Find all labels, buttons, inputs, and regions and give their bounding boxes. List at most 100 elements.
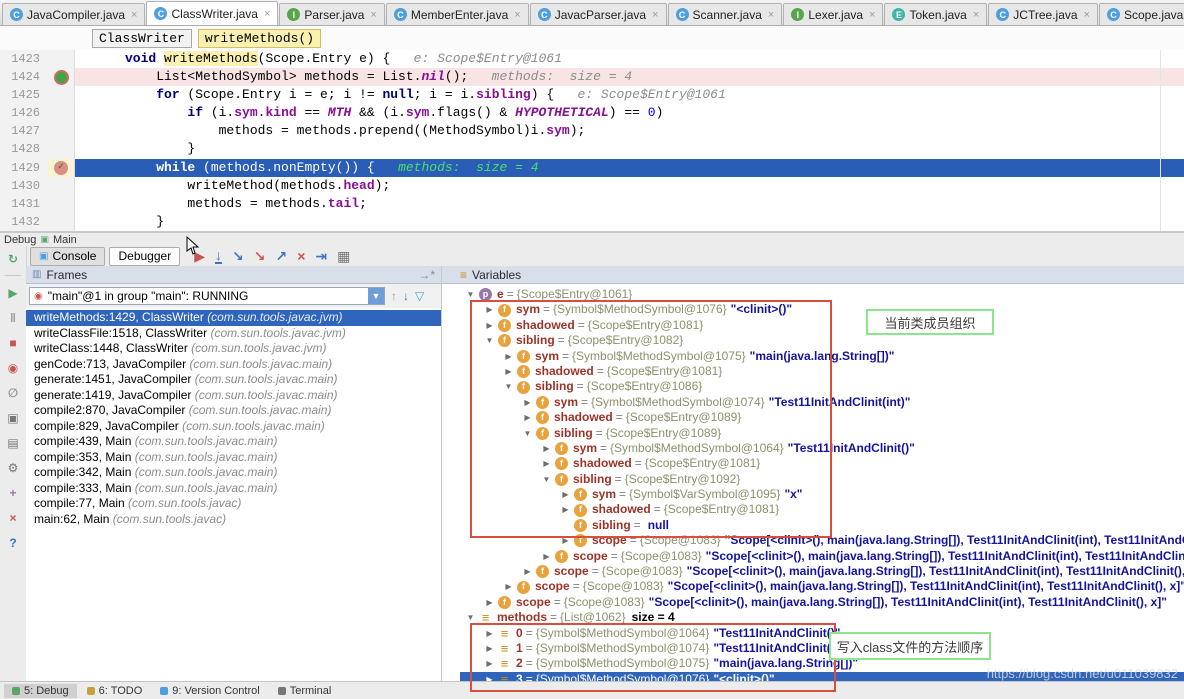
breakpoint-icon[interactable] bbox=[54, 70, 69, 85]
code-line[interactable]: 1429✓ while (methods.nonEmpty()) { metho… bbox=[0, 159, 1184, 177]
frame-row[interactable]: compile:333, Main (com.sun.tools.javac.m… bbox=[26, 481, 441, 497]
statusbar-item[interactable]: 5: Debug bbox=[4, 684, 77, 698]
frame-row[interactable]: compile:353, Main (com.sun.tools.javac.m… bbox=[26, 450, 441, 466]
frame-row[interactable]: writeClassFile:1518, ClassWriter (com.su… bbox=[26, 326, 441, 342]
close-tab-icon[interactable]: × bbox=[869, 9, 875, 21]
editor-tab[interactable]: CScope.java× bbox=[1099, 3, 1184, 25]
editor-tab[interactable]: CJCTree.java× bbox=[988, 3, 1098, 25]
code-token: 0 bbox=[648, 105, 656, 120]
pause-icon[interactable]: ‖ bbox=[0, 305, 26, 330]
expand-icon[interactable]: ▶ bbox=[521, 564, 534, 579]
pin-icon[interactable]: + bbox=[0, 480, 26, 505]
variable-row[interactable]: ▶fscope={Scope@1083}"Scope[<clinit>(), m… bbox=[460, 564, 1184, 579]
close-icon[interactable]: × bbox=[0, 505, 26, 530]
frame-row[interactable]: genCode:713, JavaCompiler (com.sun.tools… bbox=[26, 357, 441, 373]
frame-up-icon[interactable]: ↑ bbox=[391, 289, 397, 303]
editor-tab[interactable]: CScanner.java× bbox=[668, 3, 783, 25]
code-editor[interactable]: 1423void writeMethods(Scope.Entry e) { e… bbox=[0, 50, 1184, 232]
code-line[interactable]: 1432 } bbox=[0, 213, 1184, 231]
code-token: ) { bbox=[531, 87, 554, 102]
close-tab-icon[interactable]: × bbox=[514, 9, 520, 21]
close-tab-icon[interactable]: × bbox=[768, 9, 774, 21]
expand-icon[interactable]: ▶ bbox=[502, 579, 515, 594]
breakpoint-hit-icon[interactable]: ✓ bbox=[54, 161, 68, 175]
editor-tab[interactable]: EToken.java× bbox=[884, 3, 987, 25]
thread-dump-icon[interactable]: ▣ bbox=[0, 405, 26, 430]
force-step-into-icon[interactable]: ↘ bbox=[254, 249, 266, 263]
editor-tab[interactable]: CJavaCompiler.java× bbox=[2, 3, 145, 25]
code-text: methods = methods.prepend((MethodSymbol)… bbox=[75, 122, 1184, 140]
tab-debugger[interactable]: Debugger bbox=[109, 247, 180, 266]
step-over-icon[interactable]: ↓ bbox=[215, 248, 222, 264]
close-tab-icon[interactable]: × bbox=[131, 9, 137, 21]
code-line[interactable]: 1425 for (Scope.Entry i = e; i != null; … bbox=[0, 86, 1184, 104]
editor-tab[interactable]: ILexer.java× bbox=[783, 3, 883, 25]
drop-frame-icon[interactable]: × bbox=[297, 249, 305, 263]
frame-row[interactable]: generate:1419, JavaCompiler (com.sun.too… bbox=[26, 388, 441, 404]
frame-row[interactable]: generate:1451, JavaCompiler (com.sun.too… bbox=[26, 372, 441, 388]
run-to-cursor-icon[interactable]: ⇥ bbox=[315, 249, 327, 263]
line-number: 1426 bbox=[0, 104, 48, 122]
editor-tab[interactable]: CJavacParser.java× bbox=[530, 3, 667, 25]
close-tab-icon[interactable]: × bbox=[264, 8, 270, 20]
mute-breakpoints-icon[interactable]: ∅ bbox=[0, 380, 26, 405]
settings-icon[interactable]: ⚙ bbox=[0, 455, 26, 480]
close-tab-icon[interactable]: × bbox=[973, 9, 979, 21]
stop-icon[interactable]: ■ bbox=[0, 330, 26, 355]
thread-dropdown-icon[interactable]: ▼ bbox=[368, 288, 384, 304]
code-line[interactable]: 1427 methods = methods.prepend((MethodSy… bbox=[0, 122, 1184, 140]
close-tab-icon[interactable]: × bbox=[370, 9, 376, 21]
frame-row[interactable]: compile:439, Main (com.sun.tools.javac.m… bbox=[26, 434, 441, 450]
frame-package: (com.sun.tools.javac) bbox=[113, 512, 226, 526]
frame-row[interactable]: compile:342, Main (com.sun.tools.javac.m… bbox=[26, 465, 441, 481]
expand-icon[interactable]: ▶ bbox=[483, 595, 496, 610]
variable-row[interactable]: ▶fscope={Scope@1083}"Scope[<clinit>(), m… bbox=[460, 579, 1184, 594]
code-line[interactable]: 1428 } bbox=[0, 140, 1184, 158]
filter-frames-icon[interactable]: ▽ bbox=[415, 289, 424, 303]
code-token: } bbox=[125, 141, 195, 156]
frame-row[interactable]: compile2:870, JavaCompiler (com.sun.tool… bbox=[26, 403, 441, 419]
statusbar-item[interactable]: 6: TODO bbox=[79, 684, 151, 698]
close-tab-icon[interactable]: × bbox=[652, 9, 658, 21]
code-token: sym bbox=[406, 105, 429, 120]
editor-tab[interactable]: IParser.java× bbox=[279, 3, 384, 25]
frame-row[interactable]: main:62, Main (com.sun.tools.javac) bbox=[26, 512, 441, 528]
object-reference: {Scope@1083} bbox=[602, 564, 683, 579]
tab-console-label: Console bbox=[52, 249, 96, 263]
code-line[interactable]: 1431 methods = methods.tail; bbox=[0, 195, 1184, 213]
frames-options-icon[interactable]: →* bbox=[418, 268, 435, 282]
layout-icon[interactable]: ▤ bbox=[0, 430, 26, 455]
rerun-icon[interactable]: ↻ bbox=[0, 246, 26, 271]
statusbar-item[interactable]: 9: Version Control bbox=[152, 684, 267, 698]
tab-console[interactable]: ▣ Console bbox=[30, 247, 105, 266]
frame-row[interactable]: compile:829, JavaCompiler (com.sun.tools… bbox=[26, 419, 441, 435]
editor-tab[interactable]: CMemberEnter.java× bbox=[386, 3, 529, 25]
variable-row[interactable]: ▶fscope={Scope@1083}"Scope[<clinit>(), m… bbox=[460, 549, 1184, 564]
view-breakpoints-icon[interactable]: ◉ bbox=[0, 355, 26, 380]
help-icon[interactable]: ? bbox=[0, 530, 26, 555]
close-tab-icon[interactable]: × bbox=[1084, 9, 1090, 21]
code-line[interactable]: 1426 if (i.sym.kind == MTH && (i.sym.fla… bbox=[0, 104, 1184, 122]
frame-row[interactable]: writeClass:1448, ClassWriter (com.sun.to… bbox=[26, 341, 441, 357]
step-into-icon[interactable]: ↘ bbox=[232, 249, 244, 263]
code-line[interactable]: 1423void writeMethods(Scope.Entry e) { e… bbox=[0, 50, 1184, 68]
code-token bbox=[125, 87, 156, 102]
resume-icon[interactable]: ▶ bbox=[0, 280, 26, 305]
expand-icon[interactable]: ▶ bbox=[540, 549, 553, 564]
code-line[interactable]: 1424 List<MethodSymbol> methods = List.n… bbox=[0, 68, 1184, 86]
frame-row[interactable]: writeMethods:1429, ClassWriter (com.sun.… bbox=[26, 310, 441, 326]
thread-selector[interactable]: ◉ "main"@1 in group "main": RUNNING ▼ bbox=[29, 287, 385, 305]
code-line[interactable]: 1430 writeMethod(methods.head); bbox=[0, 177, 1184, 195]
statusbar-item[interactable]: Terminal bbox=[270, 684, 340, 698]
code-token: sym bbox=[546, 123, 569, 138]
editor-tab[interactable]: CClassWriter.java× bbox=[146, 1, 278, 25]
line-number: 1424 bbox=[0, 68, 48, 86]
frame-down-icon[interactable]: ↓ bbox=[403, 289, 409, 303]
evaluate-expression-icon[interactable]: ▦ bbox=[337, 249, 350, 263]
step-out-icon[interactable]: ↗ bbox=[275, 249, 287, 263]
object-reference: {Scope@1083} bbox=[621, 549, 702, 564]
breadcrumb-class-chip[interactable]: ClassWriter bbox=[92, 29, 192, 48]
breadcrumb-method-chip[interactable]: writeMethods() bbox=[198, 29, 321, 48]
variable-row[interactable]: ▶fscope={Scope@1083}"Scope[<clinit>(), m… bbox=[460, 595, 1184, 610]
frame-row[interactable]: compile:77, Main (com.sun.tools.javac) bbox=[26, 496, 441, 512]
